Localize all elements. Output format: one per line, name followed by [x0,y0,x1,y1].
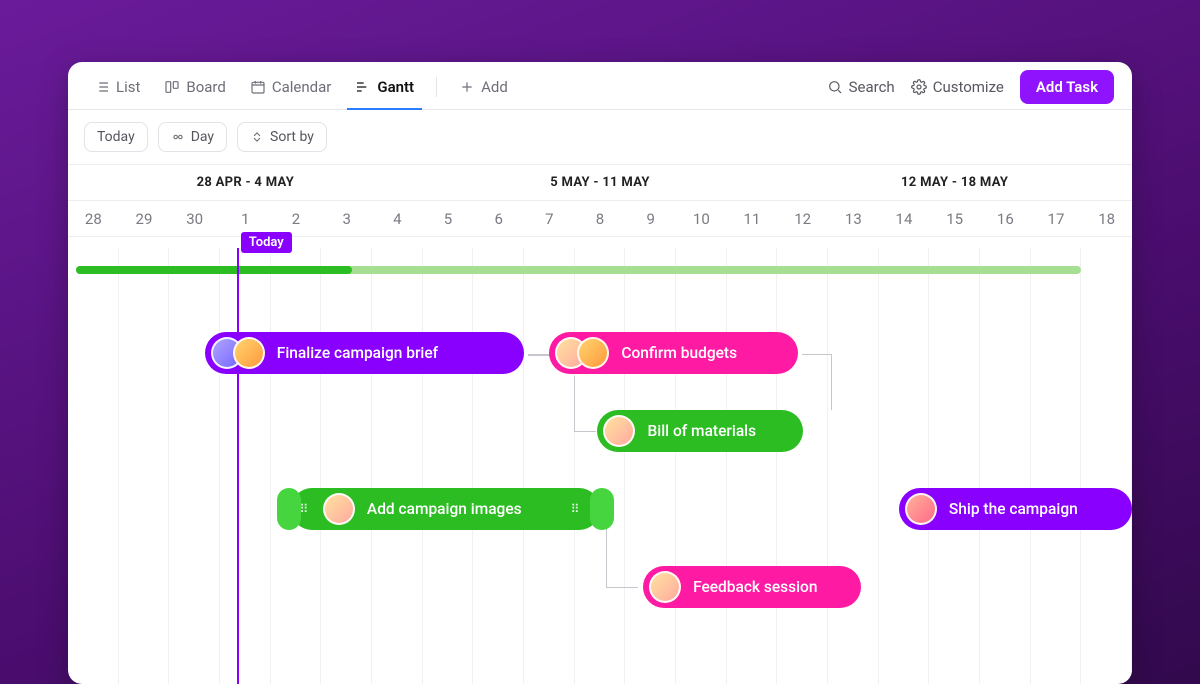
today-label: Today [97,129,135,145]
view-tab-gantt[interactable]: Gantt [347,72,422,110]
view-tab-add[interactable]: Add [451,72,516,110]
day-label: 18 [1081,210,1132,228]
task-label: Confirm budgets [617,344,737,362]
today-marker [237,248,239,684]
search-button[interactable]: Search [827,78,895,96]
add-task-button[interactable]: Add Task [1020,70,1114,104]
avatar [649,571,681,603]
view-tab-label: Calendar [272,78,332,96]
gantt-grid: Today Finalize campaign briefConfirm bud… [68,248,1132,684]
task-label: Bill of materials [643,422,756,440]
day-label: 8 [575,210,626,228]
assignee-avatars [211,337,265,369]
list-icon [94,79,110,95]
dependency-line [574,376,596,432]
view-tab-label: Board [186,78,225,96]
day-label: 4 [372,210,423,228]
grip-icon[interactable]: ⠿ [566,488,584,530]
week-label: 28 APR - 4 MAY [68,175,423,190]
zoom-pill[interactable]: Day [158,122,227,152]
view-tab-label: Add [481,78,508,96]
assignee-avatars [905,493,937,525]
day-label: 9 [625,210,676,228]
separator [436,77,437,97]
avatar [323,493,355,525]
sort-label: Sort by [270,129,314,145]
zoom-icon [171,130,185,144]
day-label: 12 [777,210,828,228]
assignee-avatars [649,571,681,603]
week-label: 12 MAY - 18 MAY [777,175,1132,190]
task-t5[interactable]: Feedback session [643,566,861,608]
view-tab-board[interactable]: Board [156,72,233,110]
view-tab-label: List [116,78,140,96]
today-badge: Today [241,232,292,253]
customize-button[interactable]: Customize [911,78,1004,96]
task-label: Ship the campaign [945,500,1078,518]
task-label: Feedback session [689,578,817,596]
day-label: 17 [1031,210,1082,228]
add-task-label: Add Task [1036,78,1098,96]
day-label: 30 [169,210,220,228]
assignee-avatars [323,493,355,525]
dependency-line [528,354,550,356]
task-t2[interactable]: Confirm budgets [549,332,797,374]
day-label: 28 [68,210,119,228]
drag-handle-right[interactable] [590,488,614,530]
task-t6[interactable]: Ship the campaign [899,488,1132,530]
avatar [603,415,635,447]
day-label: 1 [220,210,271,228]
week-headers: 28 APR - 4 MAY 5 MAY - 11 MAY 12 MAY - 1… [68,164,1132,201]
day-label: 3 [321,210,372,228]
day-label: 15 [929,210,980,228]
progress-bar [76,266,1082,274]
view-tab-list[interactable]: List [86,72,148,110]
dependency-line [802,354,832,410]
day-label: 16 [980,210,1031,228]
day-label: 5 [423,210,474,228]
gantt-icon [355,79,371,95]
task-t3[interactable]: Bill of materials [597,410,802,452]
day-label: 11 [727,210,778,228]
week-label: 5 MAY - 11 MAY [423,175,778,190]
board-icon [164,79,180,95]
gantt-bars: Finalize campaign brief Confirm budgets Bi… [68,248,1132,684]
sort-icon [250,130,264,144]
day-label: 29 [119,210,170,228]
avatar [233,337,265,369]
task-label: Finalize campaign brief [273,344,438,362]
search-label: Search [849,78,895,96]
task-t1[interactable]: Finalize campaign brief [205,332,524,374]
assignee-avatars [603,415,635,447]
plus-icon [459,79,475,95]
gantt-toolbar: Today Day Sort by [68,110,1132,164]
gantt-chart: 28 APR - 4 MAY 5 MAY - 11 MAY 12 MAY - 1… [68,164,1132,684]
day-label: 7 [524,210,575,228]
view-switcher: List Board Calendar Gantt Add Search [68,62,1132,110]
customize-label: Customize [933,78,1004,96]
day-label: 10 [676,210,727,228]
day-label: 2 [271,210,322,228]
today-pill[interactable]: Today [84,122,148,152]
task-label: Add campaign images [363,500,522,518]
search-icon [827,79,843,95]
avatar [905,493,937,525]
day-headers: 282930123456789101112131415161718 [68,201,1132,237]
task-t4[interactable]: ⠿Add campaign images⠿ [291,488,600,530]
assignee-avatars [555,337,609,369]
gear-icon [911,79,927,95]
sort-pill[interactable]: Sort by [237,122,327,152]
avatar [577,337,609,369]
zoom-label: Day [191,129,214,145]
view-tab-calendar[interactable]: Calendar [242,72,340,110]
view-tab-label: Gantt [377,78,414,96]
calendar-icon [250,79,266,95]
gantt-app: List Board Calendar Gantt Add Search [68,62,1132,684]
day-label: 14 [879,210,930,228]
day-label: 6 [473,210,524,228]
day-label: 13 [828,210,879,228]
drag-handle-left[interactable] [277,488,301,530]
